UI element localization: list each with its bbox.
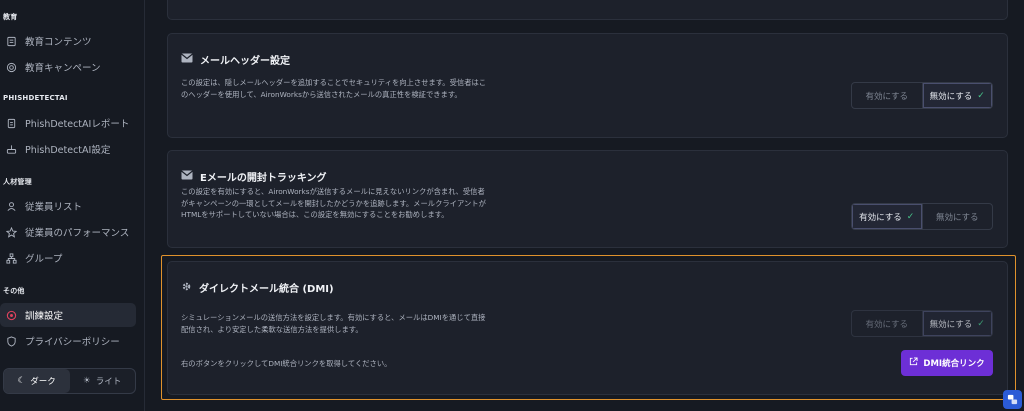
- sun-icon: ☀: [83, 376, 91, 386]
- open-tracking-toggle: 有効にする ✓ 無効にする: [851, 203, 993, 230]
- shield-icon: [6, 335, 17, 347]
- theme-light-button[interactable]: ☀ ライト: [70, 369, 136, 393]
- sidebar-item-privacy-policy[interactable]: プライバシーポリシー: [0, 329, 136, 353]
- sidebar-item-label: 教育コンテンツ: [25, 37, 92, 48]
- dmi-card-highlight: [161, 255, 1016, 400]
- sidebar-item-employee-list[interactable]: 従業員リスト: [0, 194, 136, 218]
- disable-option[interactable]: 無効にする ✓: [922, 83, 992, 108]
- sidebar-item-training-settings[interactable]: 訓練設定: [0, 303, 136, 327]
- section-title-other: その他: [3, 287, 25, 295]
- moon-icon: ☾: [17, 376, 26, 386]
- section-title-hr: 人材管理: [3, 178, 32, 186]
- sidebar-item-label: 教育キャンペーン: [25, 63, 101, 74]
- sidebar-item-label: 従業員リスト: [25, 202, 83, 213]
- settings-icon: [6, 144, 17, 155]
- sidebar-item-label: PhishDetectAI設定: [25, 145, 111, 156]
- card-title: メールヘッダー設定: [181, 52, 290, 67]
- card-description: この設定を有効にすると、AironWorksが送信するメールに見えないリンクが含…: [181, 187, 486, 219]
- sidebar-item-phishdetectai-report[interactable]: PhishDetectAIレポート: [0, 111, 136, 135]
- mail-header-toggle: 有効にする 無効にする ✓: [851, 82, 993, 109]
- sidebar-item-label: グループ: [25, 254, 63, 265]
- mail-icon: [181, 170, 193, 183]
- chat-icon: [1007, 390, 1018, 409]
- gear-icon: [6, 310, 17, 321]
- target-icon: [6, 62, 17, 73]
- check-icon: ✓: [977, 90, 985, 101]
- help-widget-button[interactable]: [1003, 390, 1022, 409]
- mail-icon: [181, 53, 193, 66]
- report-icon: [6, 118, 17, 129]
- sidebar-item-phishdetectai-settings[interactable]: PhishDetectAI設定: [0, 137, 136, 161]
- sidebar-item-groups[interactable]: グループ: [0, 246, 136, 270]
- theme-dark-button[interactable]: ☾ ダーク: [4, 369, 70, 393]
- open-tracking-card: Eメールの開封トラッキング この設定を有効にすると、AironWorksが送信す…: [167, 150, 1008, 248]
- mail-header-card: メールヘッダー設定 この設定は、隠しメールヘッダーを追加することでセキュリティを…: [167, 33, 1008, 138]
- enable-option[interactable]: 有効にする: [852, 83, 923, 108]
- sidebar-item-label: PhishDetectAIレポート: [25, 119, 130, 130]
- user-icon: [6, 201, 17, 212]
- enable-option[interactable]: 有効にする ✓: [852, 204, 923, 229]
- book-icon: [6, 36, 17, 47]
- sidebar-item-label: 従業員のパフォーマンス: [25, 228, 130, 239]
- card-title: Eメールの開封トラッキング: [181, 169, 327, 184]
- sidebar-item-label: 訓練設定: [25, 311, 64, 322]
- check-icon: ✓: [906, 211, 915, 222]
- theme-toggle: ☾ ダーク ☀ ライト: [3, 368, 136, 394]
- sidebar: 教育 教育コンテンツ 教育キャンペーン PHISHDETECTAI PhishD…: [0, 0, 145, 411]
- group-icon: [6, 252, 17, 264]
- previous-setting-card: [167, 0, 1008, 20]
- sidebar-item-label: プライバシーポリシー: [25, 337, 120, 348]
- disable-option[interactable]: 無効にする: [923, 204, 993, 229]
- sidebar-item-employee-performance[interactable]: 従業員のパフォーマンス: [0, 220, 136, 244]
- card-description: この設定は、隠しメールヘッダーを追加することでセキュリティを向上させます。受信者…: [181, 78, 487, 99]
- star-icon: [6, 226, 17, 238]
- section-title-phishdetectai: PHISHDETECTAI: [3, 94, 68, 102]
- section-title-education: 教育: [3, 13, 18, 21]
- sidebar-item-education-content[interactable]: 教育コンテンツ: [0, 29, 136, 53]
- sidebar-item-education-campaign[interactable]: 教育キャンペーン: [0, 55, 136, 79]
